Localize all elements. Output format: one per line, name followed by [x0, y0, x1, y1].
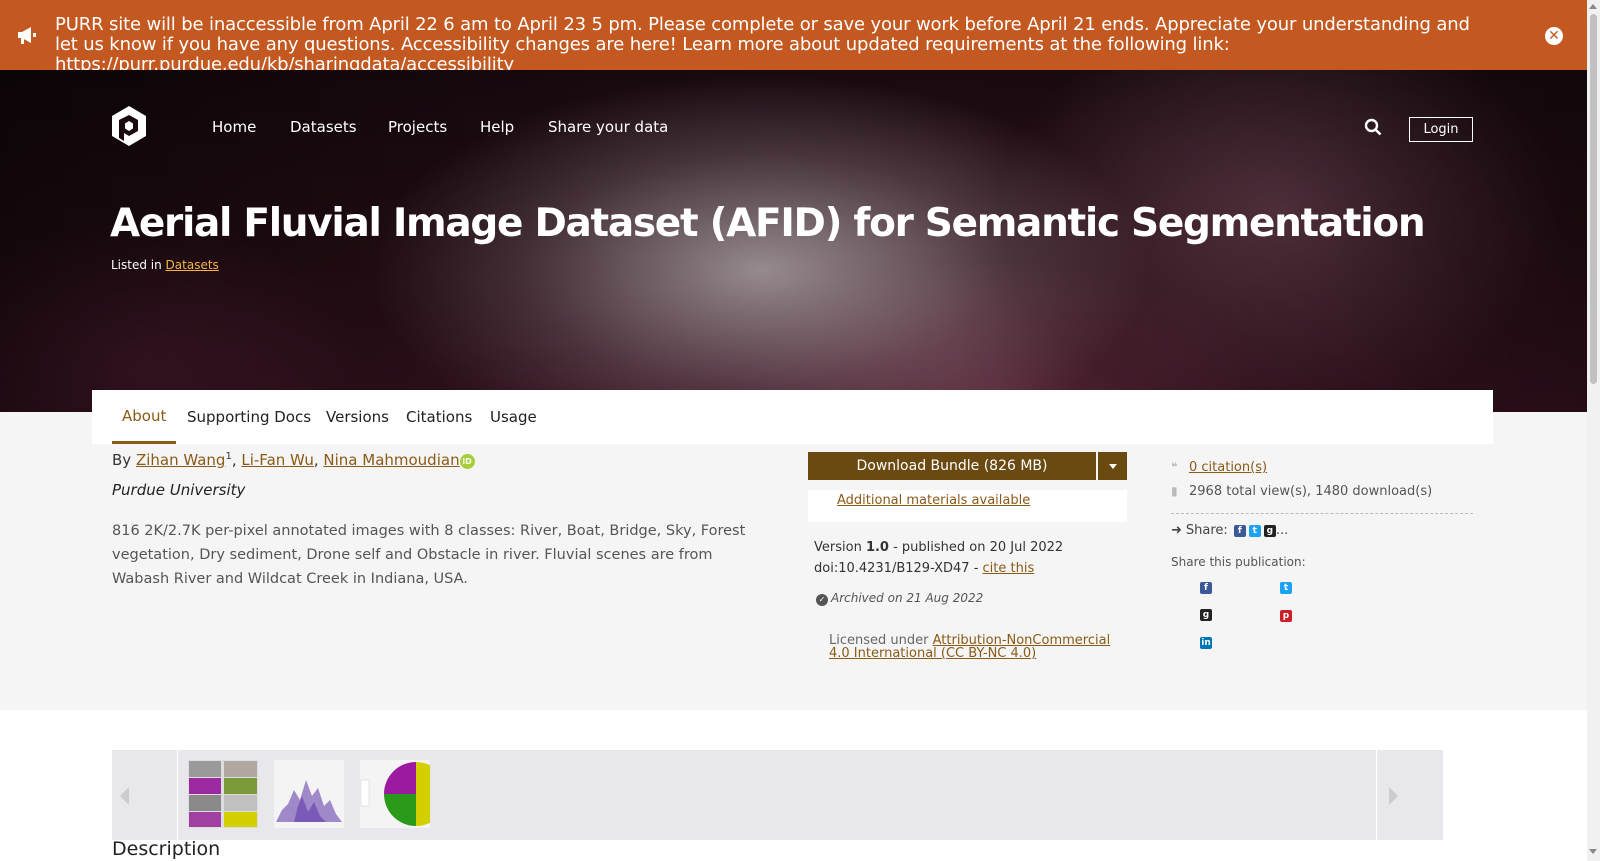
chevron-left-icon: [120, 787, 129, 805]
listed-in: Listed in Datasets: [111, 258, 219, 272]
gallery-prev-button[interactable]: [112, 750, 178, 840]
download-dropdown-button[interactable]: [1098, 452, 1127, 480]
archived-text: Archived on 21 Aug 2022: [831, 591, 984, 605]
license-info: Licensed under Attribution-NonCommercial…: [829, 634, 1129, 660]
author-link[interactable]: Zihan Wang: [136, 451, 226, 469]
version-info: Version 1.0 - published on 20 Jul 2022 d…: [814, 537, 1063, 579]
arrow-right-icon: ➜: [1171, 523, 1182, 538]
linkedin-icon[interactable]: in: [1200, 637, 1212, 649]
twitter-icon[interactable]: t: [1280, 582, 1292, 594]
bar-chart-icon: ▮: [1171, 484, 1178, 498]
usage-stats: ❝ 0 citation(s) ▮ 2968 total view(s), 1480…: [1171, 455, 1432, 503]
download-group: Download Bundle (826 MB): [808, 452, 1127, 480]
archived-status: ✓ Archived on 21 Aug 2022: [816, 591, 983, 606]
version-number: 1.0: [865, 540, 889, 555]
by-label: By: [112, 451, 136, 469]
download-bundle-button[interactable]: Download Bundle (826 MB): [808, 452, 1096, 480]
alert-banner: PURR site will be inaccessible from Apri…: [0, 0, 1587, 75]
tab-bar: About Supporting Docs Versions Citations…: [92, 390, 1493, 444]
google-plus-icon[interactable]: g: [1263, 524, 1276, 537]
datasets-link[interactable]: Datasets: [166, 258, 219, 272]
additional-materials: Additional materials available: [808, 490, 1127, 522]
abstract: 816 2K/2.7K per-pixel annotated images w…: [112, 523, 746, 587]
nav-help[interactable]: Help: [480, 115, 514, 139]
alert-text: PURR site will be inaccessible from Apri…: [55, 14, 1470, 55]
tab-usage[interactable]: Usage: [490, 390, 537, 444]
tab-about[interactable]: About: [112, 390, 177, 444]
segmentation-samples-image: [188, 760, 258, 828]
check-circle-icon: ✓: [816, 594, 828, 606]
additional-materials-link[interactable]: Additional materials available: [837, 493, 1030, 508]
organization: Purdue University: [112, 481, 246, 499]
more-share-options[interactable]: ...: [1276, 523, 1288, 538]
close-icon[interactable]: ✕: [1545, 27, 1563, 45]
description-heading: Description: [112, 838, 221, 860]
author-separator: ,: [313, 451, 324, 469]
pinterest-icon[interactable]: p: [1280, 610, 1292, 622]
orcid-icon[interactable]: iD: [459, 454, 475, 469]
citations-link[interactable]: 0 citation(s): [1189, 460, 1267, 475]
tab-citations[interactable]: Citations: [406, 390, 472, 444]
share-label: Share:: [1185, 523, 1228, 538]
nav-home[interactable]: Home: [212, 115, 256, 139]
scroll-up-icon[interactable]: [1589, 4, 1597, 9]
published-date: - published on 20 Jul 2022: [888, 540, 1064, 555]
gallery-next-button[interactable]: [1376, 750, 1443, 840]
tab-supporting-docs[interactable]: Supporting Docs: [187, 390, 311, 444]
author-separator: ,: [231, 451, 242, 469]
login-button[interactable]: Login: [1409, 117, 1473, 142]
class-distribution-pie-image: [360, 760, 448, 828]
page-scrollbar[interactable]: [1587, 0, 1600, 861]
google-plus-icon[interactable]: g: [1200, 609, 1212, 621]
chevron-right-icon: [1389, 787, 1398, 805]
cite-this-link[interactable]: cite this: [983, 561, 1035, 576]
page-title: Aerial Fluvial Image Dataset (AFID) for …: [110, 201, 1426, 246]
gallery-thumbnail[interactable]: [274, 760, 344, 832]
alert-message: PURR site will be inaccessible from Apri…: [55, 15, 1495, 75]
author-list: By Zihan Wang1, Li-Fan Wu, Nina Mahmoudi…: [112, 451, 475, 469]
divider: [1171, 513, 1473, 514]
gallery-thumbnail[interactable]: [360, 760, 448, 832]
version-prefix: Version: [814, 540, 866, 555]
facebook-icon[interactable]: f: [1200, 582, 1212, 594]
megaphone-icon: [18, 27, 36, 44]
facebook-icon[interactable]: f: [1233, 524, 1246, 537]
share-row: ➜ Share: f t g ...: [1171, 523, 1288, 538]
histogram-image: [274, 760, 344, 828]
nav-datasets[interactable]: Datasets: [290, 115, 357, 139]
tab-versions[interactable]: Versions: [326, 390, 389, 444]
purr-logo[interactable]: [110, 105, 148, 147]
author-link[interactable]: Nina Mahmoudian: [323, 451, 459, 469]
listed-prefix: Listed in: [111, 258, 166, 272]
share-publication-label: Share this publication:: [1171, 555, 1306, 569]
caret-down-icon: [1108, 464, 1117, 469]
image-gallery: [112, 750, 1443, 840]
twitter-icon[interactable]: t: [1248, 524, 1261, 537]
nav-share-your-data[interactable]: Share your data: [548, 115, 668, 139]
search-icon[interactable]: [1364, 118, 1382, 136]
scroll-down-icon[interactable]: [1589, 849, 1597, 854]
views-downloads: 2968 total view(s), 1480 download(s): [1189, 484, 1433, 499]
gallery-thumbnail[interactable]: [188, 760, 258, 832]
scrollbar-thumb[interactable]: [1590, 14, 1597, 384]
quote-icon: ❝: [1171, 460, 1178, 474]
author-link[interactable]: Li-Fan Wu: [241, 451, 313, 469]
nav-projects[interactable]: Projects: [388, 115, 447, 139]
doi: doi:10.4231/B129-XD47 -: [814, 561, 983, 576]
